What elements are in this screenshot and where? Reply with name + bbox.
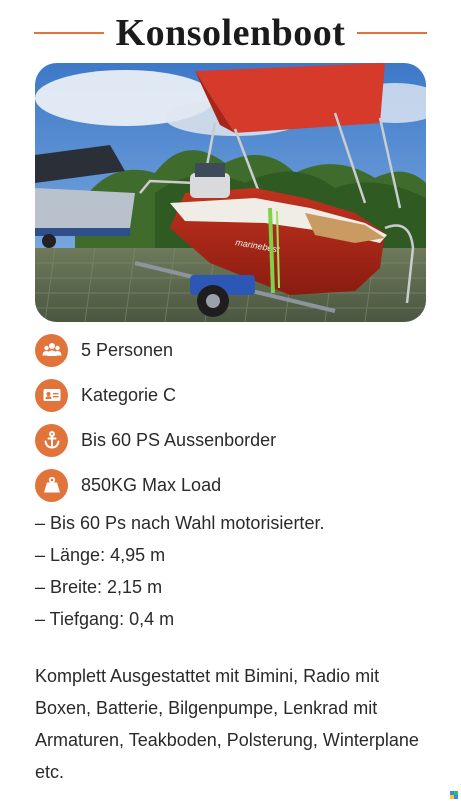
people-group-icon	[35, 333, 68, 367]
page-title: Konsolenboot	[115, 12, 346, 54]
spec-length: – Länge: 4,95 m	[35, 545, 166, 565]
title-decoration-left	[33, 32, 104, 34]
corner-badge-icon	[450, 786, 458, 799]
equipment-description: Komplett Ausgestattet mit Bimini, Radio …	[35, 666, 419, 782]
feature-engine-label: Bis 60 PS Aussenborder	[81, 429, 277, 450]
spec-draft: – Tiefgang: 0,4 m	[35, 609, 175, 629]
id-card-icon	[35, 378, 68, 412]
spec-width: – Breite: 2,15 m	[35, 577, 163, 597]
anchor-icon	[35, 423, 68, 457]
feature-category-label: Kategorie C	[81, 384, 177, 405]
title-decoration-right	[357, 32, 428, 34]
weight-icon	[35, 468, 68, 502]
feature-load-label: 850KG Max Load	[81, 474, 222, 495]
boat-photo-illustration: marinebest	[35, 63, 426, 322]
page-header: Konsolenboot	[0, 10, 461, 56]
boat-photo[interactable]: marinebest	[35, 63, 426, 322]
feature-category: Kategorie C	[35, 378, 176, 412]
spec-motorization: – Bis 60 Ps nach Wahl motorisierter.	[35, 513, 325, 533]
feature-load: 850KG Max Load	[35, 468, 221, 502]
feature-capacity-label: 5 Personen	[81, 339, 174, 360]
feature-capacity: 5 Personen	[35, 333, 173, 367]
feature-engine: Bis 60 PS Aussenborder	[35, 423, 276, 457]
